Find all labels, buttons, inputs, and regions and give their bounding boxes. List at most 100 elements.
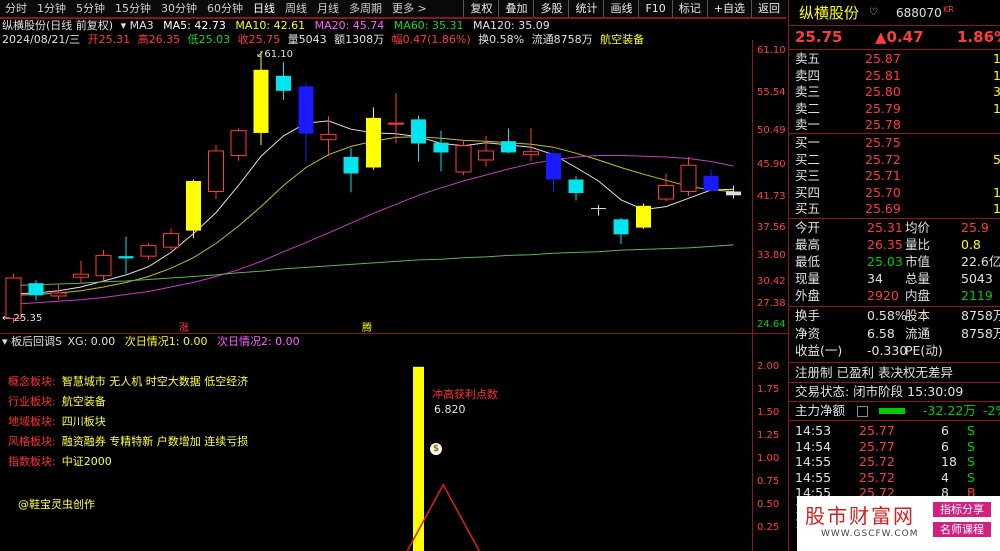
candle-body	[501, 141, 516, 153]
low-label: ← 25.35	[2, 313, 43, 324]
candle	[591, 205, 606, 216]
stat-row: 外盘 2920 内盘 2119	[793, 288, 1000, 304]
stat-label: 总量	[905, 271, 931, 286]
price-tick-9: 24.64	[757, 319, 786, 330]
order-book-label: 买五	[795, 201, 821, 216]
order-book-price: 25.75	[865, 135, 901, 150]
candle-body	[433, 142, 449, 153]
last-price: 25.75	[795, 28, 843, 46]
stat-value: 0.58%	[867, 308, 907, 323]
stat-value: 34	[867, 271, 883, 286]
candle-body	[703, 175, 719, 191]
order-book-row[interactable]: 卖四 25.81 1	[793, 68, 1000, 84]
candle	[658, 173, 674, 202]
watermark-tag1: 指标分享	[933, 502, 991, 517]
stock-code: 688070	[896, 6, 942, 20]
candle	[118, 236, 134, 274]
tick-row[interactable]: 14:55 25.72 4 S	[793, 470, 1000, 486]
stat-value: 8758万	[961, 308, 1000, 323]
stat-value: 5043	[961, 271, 993, 286]
stat-label: 现量	[795, 271, 821, 286]
order-book-price: 25.72	[865, 151, 901, 167]
price-tick-0: 61.10	[757, 45, 786, 56]
sector-row: 指数板块: 中证2000	[8, 453, 112, 469]
tick-row[interactable]: 14:54 25.77 6 S	[793, 439, 1000, 455]
stat-label: 内盘	[905, 288, 931, 303]
flow-chart-icon[interactable]	[857, 406, 868, 417]
order-book-row[interactable]: 卖五 25.87 1	[793, 51, 1000, 67]
stat-value: 0.8	[961, 237, 981, 252]
indicator-next1: 次日情况1: 0.00	[124, 335, 208, 348]
order-book-row[interactable]: 卖三 25.80 3	[793, 84, 1000, 100]
stat-row: 现量 34 总量 5043	[793, 271, 1000, 287]
candle	[208, 144, 224, 200]
stat-value: 25.03	[867, 254, 903, 269]
tick-row[interactable]: 14:55 25.72 18 S	[793, 454, 1000, 470]
indicator-header: ▾ 板后回调S XG: 0.00 次日情况1: 0.00 次日情况2: 0.00	[2, 335, 300, 349]
order-book-label: 买二	[795, 151, 821, 167]
sector-value: 融资融券 专精特新 户数增加 连续亏损	[61, 435, 249, 448]
ma-line-3	[13, 244, 734, 286]
indicator-tick-1: 1.75	[757, 383, 780, 395]
order-book-row[interactable]: 买三 25.71	[793, 168, 1000, 184]
order-book-price: 25.70	[865, 184, 901, 200]
order-book-vol: 1	[993, 51, 1000, 66]
stat-value: 2119	[961, 288, 993, 303]
order-book-row[interactable]: 卖二 25.79 1	[793, 101, 1000, 117]
register-row: 注册制 已盈利 表决权无差异	[793, 365, 1000, 381]
main-flow-value: -32.22万	[923, 403, 976, 418]
candle-body	[658, 185, 674, 200]
order-book-label: 买一	[795, 135, 821, 150]
price-tick-4: 41.73	[757, 190, 786, 202]
order-book-label: 买三	[795, 168, 821, 183]
indicator-tick-5: 0.75	[757, 475, 780, 487]
stat-label: 量比	[905, 237, 931, 252]
candle-body	[298, 86, 314, 134]
price-tick-8: 27.38	[757, 298, 786, 310]
tick-volume: 6	[941, 438, 949, 454]
order-book-label: 卖三	[795, 84, 821, 99]
callout-title: 冲高获利点数	[432, 388, 498, 401]
sector-row: 风格板块: 融资融券 专精特新 户数增加 连续亏损	[8, 433, 248, 449]
order-book-row[interactable]: 买五 25.69 1	[793, 201, 1000, 217]
price-row: 25.75 ▲0.47 1.86%	[793, 27, 1000, 47]
tick-row[interactable]: 14:53 25.77 6 S	[793, 423, 1000, 439]
stat-row: 最高 26.35 量比 0.8	[793, 237, 1000, 253]
candle-body	[163, 233, 179, 248]
indicator-tick-0: 2.00	[757, 360, 780, 372]
sector-label: 地域板块:	[8, 415, 56, 428]
heart-icon[interactable]: ♡	[869, 3, 878, 23]
order-book-row[interactable]: 卖一 25.78	[793, 117, 1000, 133]
tick-volume: 4	[941, 469, 949, 485]
candle-body	[343, 156, 359, 174]
price-change-pct: 1.86%	[957, 28, 1000, 46]
watermark-tag2: 名师课程	[933, 522, 991, 537]
indicator-tick-7: 0.25	[757, 521, 780, 533]
order-book-row[interactable]: 买二 25.72 5	[793, 152, 1000, 168]
sector-label: 指数板块:	[8, 455, 56, 468]
sector-value: 智慧城市 无人机 时空大数据 低空经济	[61, 375, 249, 388]
tick-volume: 18	[941, 454, 957, 469]
stat-label: 净资	[795, 325, 821, 341]
candle-body	[546, 153, 561, 180]
price-tick-1: 55.54	[757, 86, 786, 98]
candlestick-chart[interactable]	[0, 0, 788, 551]
order-book-price: 25.79	[865, 100, 901, 116]
order-book-row[interactable]: 买一 25.75	[793, 135, 1000, 151]
quote-title-row: 纵横股份 ♡ 688070 KR	[793, 3, 1000, 23]
candle-body	[118, 256, 134, 259]
candle	[703, 168, 719, 192]
stat-label: 最高	[795, 237, 821, 252]
candle	[28, 280, 44, 301]
tick-side: S	[967, 469, 975, 485]
stat-row: 今开 25.31 均价 25.9	[793, 220, 1000, 236]
candle-body	[591, 208, 606, 210]
candle	[366, 107, 381, 170]
candle-body	[366, 117, 381, 168]
candle	[388, 93, 404, 144]
candle-body	[680, 164, 697, 193]
indicator-next2: 次日情况2: 0.00	[216, 335, 300, 348]
candle	[253, 51, 269, 145]
indicator-toggle[interactable]: ▾	[2, 335, 8, 348]
order-book-row[interactable]: 买四 25.70 1	[793, 185, 1000, 201]
